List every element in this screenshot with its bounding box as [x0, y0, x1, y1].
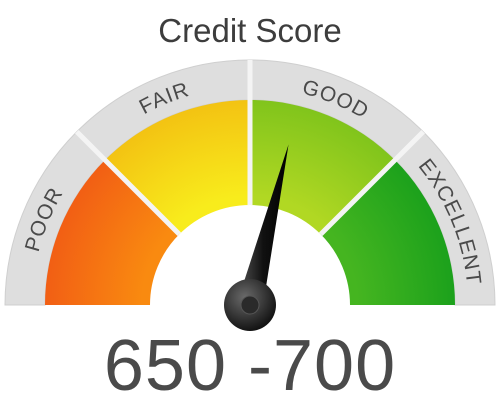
- needle-hub-cap: [240, 295, 260, 315]
- score-range: 650 -700: [103, 326, 397, 406]
- credit-score-gauge-card: Credit Score POOR FAIR GOOD EXCELLENT 65…: [0, 0, 500, 406]
